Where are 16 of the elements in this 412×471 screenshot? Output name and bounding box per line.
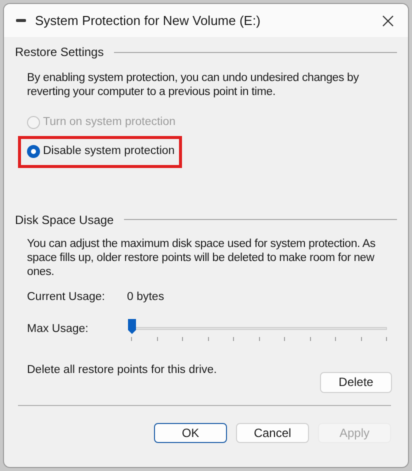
dialog-button[interactable]: Cancel	[236, 422, 309, 443]
delete-button[interactable]: Delete	[320, 372, 392, 393]
description-text: You can adjust the maximum disk space used for system protection. As space fills up, older restore points will be deleted to make room for new ones.	[27, 236, 376, 278]
radio-button[interactable]: Disable system protection	[27, 143, 175, 160]
description-text: By enabling system protection, you can undo undesired changes by reverting your computer to a previous point in time.	[27, 71, 360, 99]
section-heading: Disk Space Usage	[15, 212, 114, 228]
close-icon	[382, 14, 394, 26]
slider-thumb[interactable]	[127, 318, 137, 335]
window-title: System Protection for New Volume (E:)	[35, 12, 262, 30]
usage-value: 0 bytes	[127, 290, 164, 304]
section-heading: Restore Settings	[15, 44, 104, 61]
field-label: Current Usage:	[27, 290, 106, 304]
dialog-button[interactable]: OK	[154, 422, 227, 443]
delete-text: Delete all restore points for this drive.	[27, 362, 217, 378]
field-label: Max Usage:	[27, 322, 90, 338]
window-icon	[16, 19, 26, 22]
